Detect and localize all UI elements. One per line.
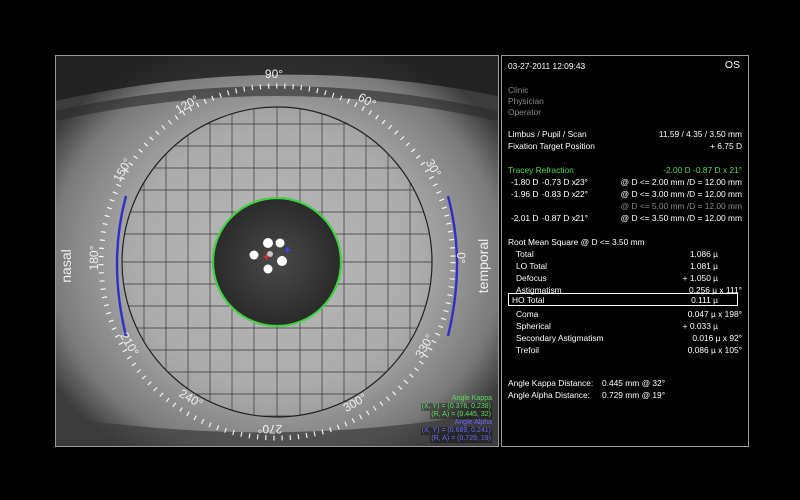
rms-label-ho-total: HO Total	[512, 295, 545, 305]
rms-label-trefoil: Trefoil	[516, 345, 539, 355]
meta-physician: Physician	[508, 96, 544, 106]
meta-operator: Operator	[508, 107, 542, 117]
rms-label-total: Total	[516, 249, 534, 259]
legend-kappa-ra: (R, A) = (0.445, 32)	[430, 411, 492, 419]
rms-value-defocus: + 1.050 µ	[682, 273, 718, 283]
rms-label-lo-total: LO Total	[516, 261, 548, 271]
rms-label-coma: Coma	[516, 309, 539, 319]
angle-label-0: 0°	[454, 252, 468, 264]
refraction-row-d: @ D <= 2.00 mm /D = 12.00 mm	[620, 177, 742, 187]
rms-label-secondary-astigmatism: Secondary Astigmatism	[516, 333, 604, 343]
alpha-distance-value: 0.729 mm @ 19°	[602, 390, 666, 400]
angle-legend: Angle Kappa (X, Y) = (0.376, 0.238) (R, …	[420, 395, 492, 443]
angle-label-180: 180°	[87, 245, 101, 270]
pupil-outline	[211, 196, 343, 328]
refraction-title: Tracey Refraction	[508, 165, 574, 175]
eye-image: + + 90° 60° 30° 0° 330° 300° 270° 240° 2…	[56, 56, 498, 446]
legend-kappa-title: Angle Kappa	[451, 395, 492, 402]
rms-label-spherical: Spherical	[516, 321, 551, 331]
refraction-row-a: -1.80 D	[511, 177, 539, 187]
temporal-label: temporal	[475, 239, 491, 293]
refraction-row-d-dim: @ D <= 5.00 mm /D = 12.00 mm	[620, 201, 742, 211]
refraction-row-b: -0.83 D x	[542, 189, 576, 199]
nasal-label: nasal	[58, 249, 74, 282]
limbus-value: 11.59 / 4.35 / 3.50 mm	[658, 129, 742, 139]
fixation-label: Fixation Target Position	[508, 141, 595, 151]
kappa-distance-label: Angle Kappa Distance:	[508, 378, 594, 388]
rms-value-lo-total: 1.081 µ	[689, 261, 718, 271]
refraction-main: -2.00 D -0.87 D x 21°	[663, 165, 742, 175]
angle-label-90: 90°	[265, 67, 283, 81]
measurement-info-panel: 03-27-2011 12:09:43 OS Clinic Physician …	[501, 55, 749, 447]
meta-clinic: Clinic	[508, 85, 529, 95]
kappa-marker: +	[263, 250, 270, 264]
rms-value-trefoil: 0.086 µ x 105°	[687, 345, 742, 355]
refraction-row-b: -0.73 D x	[542, 177, 576, 187]
rms-value-ho-total: 0.111 µ	[691, 295, 718, 305]
refraction-row-a: -1.96 D	[511, 189, 539, 199]
fixation-value: + 6.75 D	[710, 141, 742, 151]
refraction-row-d: @ D <= 3.50 mm /D = 12.00 mm	[620, 213, 742, 223]
refraction-row-b: -0.87 D x	[542, 213, 576, 223]
limbus-label: Limbus / Pupil / Scan	[508, 129, 587, 139]
rms-title: Root Mean Square @ D <= 3.50 mm	[508, 237, 645, 247]
exam-datetime: 03-27-2011 12:09:43	[508, 61, 586, 71]
legend-alpha-xy: (X, Y) = (0.689, 0.241)	[420, 427, 492, 435]
refraction-row-c: 23°	[575, 177, 588, 187]
kappa-distance-value: 0.445 mm @ 32°	[602, 378, 666, 388]
refraction-row-c: 22°	[575, 189, 588, 199]
rms-value-coma: 0.047 µ x 198°	[687, 309, 742, 319]
angle-label-270: 270°	[257, 422, 282, 436]
refraction-row-a: -2.01 D	[511, 213, 539, 223]
refraction-row-c: 21°	[575, 213, 588, 223]
alpha-marker: +	[284, 243, 291, 257]
eye-side: OS	[724, 59, 740, 71]
rms-label-defocus: Defocus	[516, 273, 547, 283]
alpha-distance-label: Angle Alpha Distance:	[508, 390, 590, 400]
rms-value-spherical: + 0.033 µ	[682, 321, 718, 331]
rms-value-secondary-astigmatism: 0.016 µ x 92°	[692, 333, 742, 343]
legend-alpha-ra: (R, A) = (0.729, 19)	[430, 435, 492, 443]
rms-value-total: 1.086 µ	[689, 249, 718, 259]
eye-image-panel: + + 90° 60° 30° 0° 330° 300° 270° 240° 2…	[55, 55, 499, 447]
refraction-row-d: @ D <= 3.00 mm /D = 12.00 mm	[620, 189, 742, 199]
legend-kappa-xy: (X, Y) = (0.376, 0.238)	[420, 403, 492, 411]
legend-alpha-title: Angle Alpha	[454, 419, 492, 426]
